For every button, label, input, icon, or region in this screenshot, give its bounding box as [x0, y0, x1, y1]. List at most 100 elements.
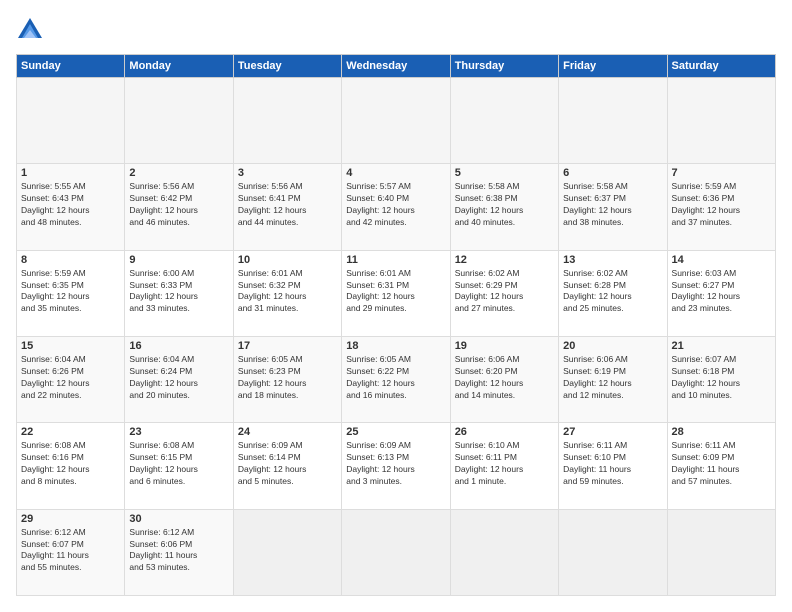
calendar-cell [342, 78, 450, 164]
day-info: Sunrise: 6:02 AMSunset: 6:28 PMDaylight:… [563, 268, 662, 316]
day-number: 5 [455, 167, 554, 179]
calendar-cell: 3 Sunrise: 5:56 AMSunset: 6:41 PMDaylight… [233, 164, 341, 250]
day-number: 12 [455, 254, 554, 266]
col-header-saturday: Saturday [667, 55, 775, 78]
day-number: 30 [129, 513, 228, 525]
day-number: 14 [672, 254, 771, 266]
calendar-table: SundayMondayTuesdayWednesdayThursdayFrid… [16, 54, 776, 596]
calendar-cell [559, 78, 667, 164]
day-info: Sunrise: 6:01 AMSunset: 6:31 PMDaylight:… [346, 268, 445, 316]
col-header-monday: Monday [125, 55, 233, 78]
day-info: Sunrise: 6:06 AMSunset: 6:19 PMDaylight:… [563, 354, 662, 402]
day-number: 9 [129, 254, 228, 266]
day-info: Sunrise: 6:08 AMSunset: 6:16 PMDaylight:… [21, 440, 120, 488]
col-header-friday: Friday [559, 55, 667, 78]
calendar-cell: 30 Sunrise: 6:12 AMSunset: 6:06 PMDayligh… [125, 509, 233, 595]
day-info: Sunrise: 5:55 AMSunset: 6:43 PMDaylight:… [21, 181, 120, 229]
col-header-wednesday: Wednesday [342, 55, 450, 78]
day-info: Sunrise: 6:02 AMSunset: 6:29 PMDaylight:… [455, 268, 554, 316]
col-header-thursday: Thursday [450, 55, 558, 78]
col-header-sunday: Sunday [17, 55, 125, 78]
day-info: Sunrise: 6:11 AMSunset: 6:10 PMDaylight:… [563, 440, 662, 488]
day-number: 4 [346, 167, 445, 179]
calendar-cell: 27Sunrise: 6:11 AMSunset: 6:10 PMDayligh… [559, 423, 667, 509]
day-info: Sunrise: 6:09 AMSunset: 6:14 PMDaylight:… [238, 440, 337, 488]
day-info: Sunrise: 6:05 AMSunset: 6:22 PMDaylight:… [346, 354, 445, 402]
day-info: Sunrise: 6:11 AMSunset: 6:09 PMDaylight:… [672, 440, 771, 488]
calendar-cell: 9Sunrise: 6:00 AMSunset: 6:33 PMDaylight… [125, 250, 233, 336]
day-info: Sunrise: 6:08 AMSunset: 6:15 PMDaylight:… [129, 440, 228, 488]
day-number: 3 [238, 167, 337, 179]
calendar-cell [125, 78, 233, 164]
week-row-2: 8 Sunrise: 5:59 AMSunset: 6:35 PMDaylight… [17, 250, 776, 336]
day-info: Sunrise: 6:12 AMSunset: 6:07 PMDaylight:… [21, 527, 120, 575]
day-number: 21 [672, 340, 771, 352]
day-info: Sunrise: 5:59 AMSunset: 6:35 PMDaylight:… [21, 268, 120, 316]
day-info: Sunrise: 6:04 AMSunset: 6:24 PMDaylight:… [129, 354, 228, 402]
calendar-cell: 29Sunrise: 6:12 AMSunset: 6:07 PMDayligh… [17, 509, 125, 595]
calendar-cell: 20Sunrise: 6:06 AMSunset: 6:19 PMDayligh… [559, 336, 667, 422]
day-number: 15 [21, 340, 120, 352]
day-number: 23 [129, 426, 228, 438]
day-info: Sunrise: 6:10 AMSunset: 6:11 PMDaylight:… [455, 440, 554, 488]
day-info: Sunrise: 6:07 AMSunset: 6:18 PMDaylight:… [672, 354, 771, 402]
calendar-cell: 24Sunrise: 6:09 AMSunset: 6:14 PMDayligh… [233, 423, 341, 509]
day-number: 8 [21, 254, 120, 266]
calendar-cell: 16Sunrise: 6:04 AMSunset: 6:24 PMDayligh… [125, 336, 233, 422]
calendar-cell [450, 78, 558, 164]
day-number: 10 [238, 254, 337, 266]
day-info: Sunrise: 5:58 AMSunset: 6:38 PMDaylight:… [455, 181, 554, 229]
day-info: Sunrise: 5:58 AMSunset: 6:37 PMDaylight:… [563, 181, 662, 229]
calendar-cell: 2Sunrise: 5:56 AMSunset: 6:42 PMDaylight… [125, 164, 233, 250]
day-number: 25 [346, 426, 445, 438]
calendar-cell [559, 509, 667, 595]
week-row-1: 1 Sunrise: 5:55 AMSunset: 6:43 PMDaylight… [17, 164, 776, 250]
calendar-cell: 4 Sunrise: 5:57 AMSunset: 6:40 PMDaylight… [342, 164, 450, 250]
day-info: Sunrise: 6:04 AMSunset: 6:26 PMDaylight:… [21, 354, 120, 402]
calendar-cell: 1 Sunrise: 5:55 AMSunset: 6:43 PMDaylight… [17, 164, 125, 250]
week-row-3: 15 Sunrise: 6:04 AMSunset: 6:26 PMDayligh… [17, 336, 776, 422]
day-info: Sunrise: 6:03 AMSunset: 6:27 PMDaylight:… [672, 268, 771, 316]
calendar-cell: 11 Sunrise: 6:01 AMSunset: 6:31 PMDayligh… [342, 250, 450, 336]
day-info: Sunrise: 6:09 AMSunset: 6:13 PMDaylight:… [346, 440, 445, 488]
day-number: 28 [672, 426, 771, 438]
day-number: 17 [238, 340, 337, 352]
calendar-cell: 14 Sunrise: 6:03 AMSunset: 6:27 PMDayligh… [667, 250, 775, 336]
day-info: Sunrise: 6:01 AMSunset: 6:32 PMDaylight:… [238, 268, 337, 316]
week-row-0 [17, 78, 776, 164]
day-number: 13 [563, 254, 662, 266]
logo [16, 16, 46, 44]
calendar-cell: 17 Sunrise: 6:05 AMSunset: 6:23 PMDayligh… [233, 336, 341, 422]
calendar-cell [17, 78, 125, 164]
day-number: 6 [563, 167, 662, 179]
calendar-cell: 23 Sunrise: 6:08 AMSunset: 6:15 PMDayligh… [125, 423, 233, 509]
calendar-cell [667, 78, 775, 164]
logo-icon [16, 16, 44, 44]
calendar-cell [450, 509, 558, 595]
calendar-cell: 12 Sunrise: 6:02 AMSunset: 6:29 PMDayligh… [450, 250, 558, 336]
day-info: Sunrise: 6:06 AMSunset: 6:20 PMDaylight:… [455, 354, 554, 402]
day-number: 19 [455, 340, 554, 352]
calendar-cell: 8 Sunrise: 5:59 AMSunset: 6:35 PMDaylight… [17, 250, 125, 336]
calendar-cell: 6 Sunrise: 5:58 AMSunset: 6:37 PMDaylight… [559, 164, 667, 250]
day-number: 11 [346, 254, 445, 266]
day-number: 22 [21, 426, 120, 438]
calendar-cell: 22 Sunrise: 6:08 AMSunset: 6:16 PMDayligh… [17, 423, 125, 509]
calendar-cell [233, 78, 341, 164]
day-info: Sunrise: 5:56 AMSunset: 6:41 PMDaylight:… [238, 181, 337, 229]
day-info: Sunrise: 6:12 AMSunset: 6:06 PMDaylight:… [129, 527, 228, 575]
calendar-cell: 19 Sunrise: 6:06 AMSunset: 6:20 PMDayligh… [450, 336, 558, 422]
day-number: 7 [672, 167, 771, 179]
calendar-cell: 5 Sunrise: 5:58 AMSunset: 6:38 PMDaylight… [450, 164, 558, 250]
week-row-4: 22 Sunrise: 6:08 AMSunset: 6:16 PMDayligh… [17, 423, 776, 509]
day-number: 1 [21, 167, 120, 179]
day-number: 26 [455, 426, 554, 438]
week-row-5: 29Sunrise: 6:12 AMSunset: 6:07 PMDayligh… [17, 509, 776, 595]
page: SundayMondayTuesdayWednesdayThursdayFrid… [0, 0, 792, 612]
day-info: Sunrise: 5:57 AMSunset: 6:40 PMDaylight:… [346, 181, 445, 229]
calendar-cell: 7Sunrise: 5:59 AMSunset: 6:36 PMDaylight… [667, 164, 775, 250]
calendar-cell: 10 Sunrise: 6:01 AMSunset: 6:32 PMDayligh… [233, 250, 341, 336]
day-info: Sunrise: 6:05 AMSunset: 6:23 PMDaylight:… [238, 354, 337, 402]
calendar-cell: 21 Sunrise: 6:07 AMSunset: 6:18 PMDayligh… [667, 336, 775, 422]
calendar-cell: 28 Sunrise: 6:11 AMSunset: 6:09 PMDayligh… [667, 423, 775, 509]
